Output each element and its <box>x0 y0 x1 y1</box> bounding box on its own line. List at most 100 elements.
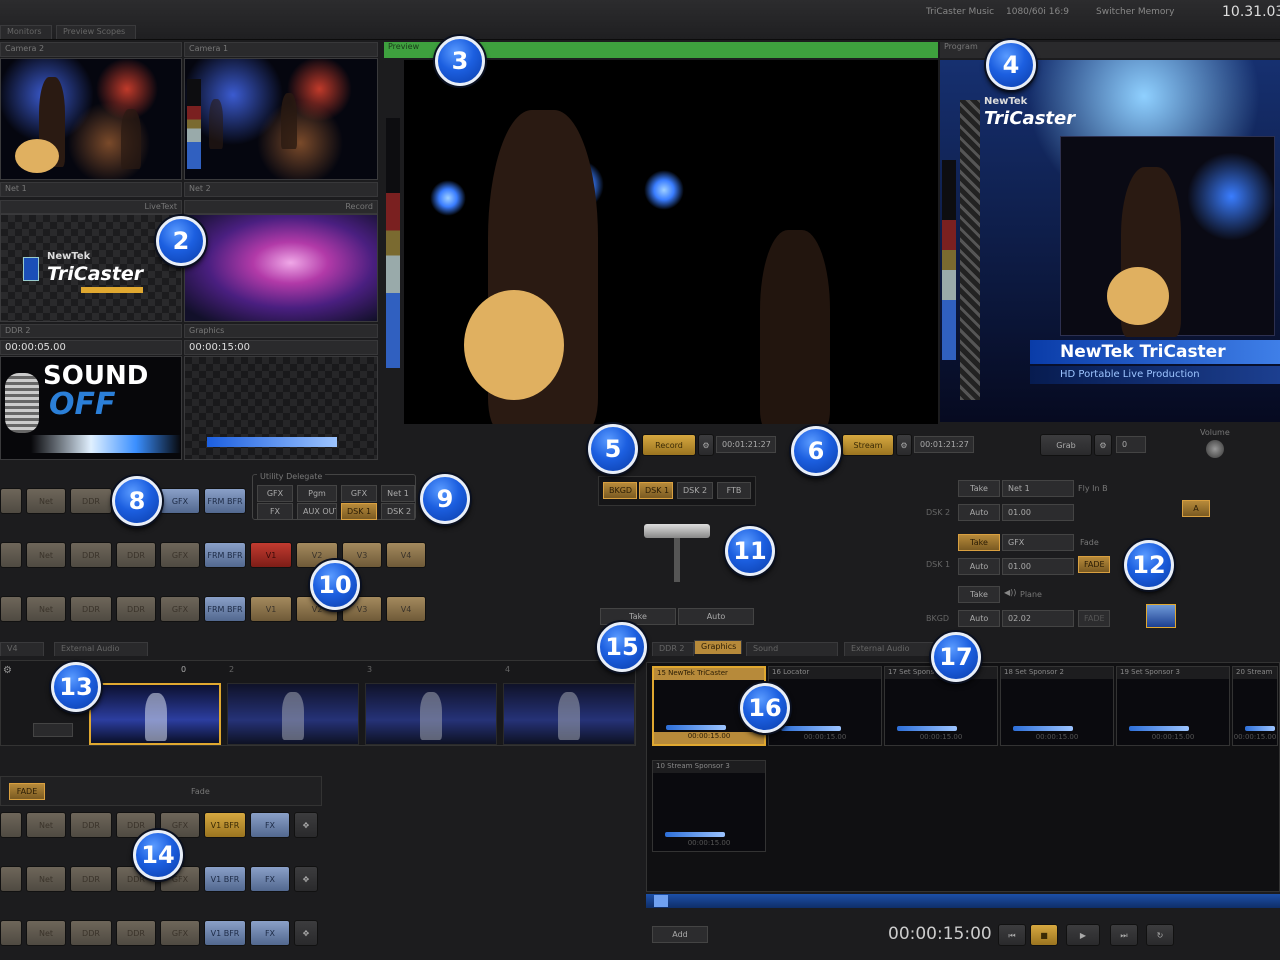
delegate-net1[interactable]: Net 1 <box>381 485 415 502</box>
dsk1-take[interactable]: Take <box>958 534 1000 551</box>
tab-ext-audio[interactable]: External Audio <box>844 642 936 656</box>
stream-button[interactable]: Stream <box>842 434 894 456</box>
delegate-dsk2[interactable]: DSK 2 <box>381 503 415 520</box>
loop-icon[interactable]: ↻ <box>1146 924 1174 946</box>
monitor-camera1[interactable] <box>184 58 378 180</box>
play-icon[interactable]: ▶ <box>1066 924 1100 946</box>
dsk2-take[interactable]: Take <box>958 480 1000 497</box>
overlay-row3-ddr2[interactable]: DDR <box>116 920 156 946</box>
overlay-row2-ddr1[interactable]: DDR <box>70 866 112 892</box>
auto-button[interactable]: Auto <box>678 608 754 625</box>
dsk2-ab-button[interactable]: A <box>1182 500 1210 517</box>
delegate-pgm[interactable]: Pgm <box>297 485 337 502</box>
tab-graphics[interactable]: Graphics <box>694 640 742 654</box>
switcher-row1-ddr[interactable]: DDR <box>70 488 112 514</box>
stream-settings-icon[interactable]: ⚙ <box>896 434 912 456</box>
switcher-row1-gfx[interactable]: GFX <box>160 488 200 514</box>
dsk2-source[interactable]: Net 1 <box>1002 480 1074 497</box>
bkgd-wipe-thumbnail[interactable] <box>1146 604 1176 628</box>
transition-ftb[interactable]: FTB <box>717 482 751 499</box>
switcher-row3-gfx[interactable]: GFX <box>160 596 200 622</box>
scrub-handle[interactable] <box>654 895 668 907</box>
delegate-dsk1[interactable]: DSK 1 <box>341 503 377 520</box>
overlay-row3-gfx[interactable]: GFX <box>160 920 200 946</box>
overlay-row3-net[interactable]: Net <box>26 920 66 946</box>
monitor-net2[interactable] <box>184 214 378 322</box>
overlay-row1-v1bfr[interactable]: V1 BFR <box>204 812 246 838</box>
bkgd-auto[interactable]: Auto <box>958 610 1000 627</box>
switcher-row2-v1[interactable]: V1 <box>250 542 292 568</box>
overlay-row3-move-icon[interactable]: ✥ <box>294 920 318 946</box>
switcher-row2-ddr1[interactable]: DDR <box>70 542 112 568</box>
playlist-scrubber[interactable] <box>646 894 1280 908</box>
take-button[interactable]: Take <box>600 608 676 625</box>
delegate-aux-out[interactable]: AUX OUT <box>297 503 337 520</box>
prev-icon[interactable]: ⏮ <box>998 924 1026 946</box>
overlay-row1-net[interactable]: Net <box>26 812 66 838</box>
stop-icon[interactable]: ■ <box>1030 924 1058 946</box>
memory-slot-3[interactable] <box>365 683 497 745</box>
tab-external-audio[interactable]: External Audio <box>54 642 148 656</box>
dsk1-fade-button[interactable]: FADE <box>1078 556 1110 573</box>
switcher-row3-net[interactable]: Net <box>26 596 66 622</box>
switcher-row3-btn[interactable] <box>0 596 22 622</box>
tab-sound[interactable]: Sound <box>746 642 838 656</box>
bkgd-fade-button[interactable]: FADE <box>1078 610 1110 627</box>
grab-settings-icon[interactable]: ⚙ <box>1094 434 1112 456</box>
switcher-row3-frmbfr[interactable]: FRM BFR <box>204 596 246 622</box>
overlay-fade-button[interactable]: FADE <box>9 783 45 800</box>
overlay-row3-ddr1[interactable]: DDR <box>70 920 112 946</box>
volume-knob[interactable] <box>1206 440 1224 458</box>
tab-ddr2[interactable]: DDR 2 <box>652 642 694 656</box>
dsk1-time[interactable]: 01.00 <box>1002 558 1074 575</box>
switcher-row2-gfx[interactable]: GFX <box>160 542 200 568</box>
overlay-row1-fx[interactable]: FX <box>250 812 290 838</box>
memory-button[interactable] <box>33 723 73 737</box>
overlay-row3-fx[interactable]: FX <box>250 920 290 946</box>
tab-v4[interactable]: V4 <box>0 642 44 656</box>
bkgd-take[interactable]: Take <box>958 586 1000 603</box>
next-icon[interactable]: ⏭ <box>1110 924 1138 946</box>
grab-button[interactable]: Grab <box>1040 434 1092 456</box>
monitor-graphics[interactable] <box>184 356 378 460</box>
playlist-item-4[interactable]: 18 Set Sponsor 2 00:00:15.00 <box>1000 666 1114 746</box>
music-label[interactable]: TriCaster Music <box>926 7 994 17</box>
delegate-fx[interactable]: FX <box>257 503 293 520</box>
switcher-row1-net[interactable]: Net <box>26 488 66 514</box>
switcher-row1-btn[interactable] <box>0 488 22 514</box>
switcher-row3-ddr1[interactable]: DDR <box>70 596 112 622</box>
switcher-row2-frmbfr[interactable]: FRM BFR <box>204 542 246 568</box>
dsk1-auto[interactable]: Auto <box>958 558 1000 575</box>
switcher-row2-btn[interactable] <box>0 542 22 568</box>
monitor-ddr2[interactable]: SOUND OFF <box>0 356 182 460</box>
transition-bkgd[interactable]: BKGD <box>603 482 637 499</box>
tbar-handle[interactable] <box>644 524 710 538</box>
overlay-row2-move-icon[interactable]: ✥ <box>294 866 318 892</box>
overlay-row1-move-icon[interactable]: ✥ <box>294 812 318 838</box>
overlay-row1-btn[interactable] <box>0 812 22 838</box>
overlay-row1-ddr1[interactable]: DDR <box>70 812 112 838</box>
switcher-row2-net[interactable]: Net <box>26 542 66 568</box>
add-button[interactable]: Add <box>652 926 708 943</box>
tab-monitors[interactable]: Monitors <box>0 25 52 39</box>
playlist-item-5[interactable]: 19 Set Sponsor 3 00:00:15.00 <box>1116 666 1230 746</box>
memory-slot-2[interactable] <box>227 683 359 745</box>
switcher-row2-ddr2[interactable]: DDR <box>116 542 156 568</box>
switcher-memory-label[interactable]: Switcher Memory <box>1096 7 1174 17</box>
dsk1-source[interactable]: GFX <box>1002 534 1074 551</box>
delegate-gfx[interactable]: GFX <box>257 485 293 502</box>
transition-dsk1[interactable]: DSK 1 <box>639 482 673 499</box>
transition-dsk2[interactable]: DSK 2 <box>677 482 713 499</box>
playlist-item-7[interactable]: 10 Stream Sponsor 3 00:00:15.00 <box>652 760 766 852</box>
monitor-label-record[interactable]: Record <box>184 200 378 214</box>
record-button[interactable]: Record <box>642 434 696 456</box>
switcher-row2-v4[interactable]: V4 <box>386 542 426 568</box>
delegate-gfx-2[interactable]: GFX <box>341 485 377 502</box>
memory-slot-4[interactable] <box>503 683 635 745</box>
monitor-net1[interactable]: NewTek TriCaster <box>0 214 182 322</box>
tab-preview-scopes[interactable]: Preview Scopes <box>56 25 136 39</box>
record-settings-icon[interactable]: ⚙ <box>698 434 714 456</box>
dsk2-time[interactable]: 01.00 <box>1002 504 1074 521</box>
switcher-row3-ddr2[interactable]: DDR <box>116 596 156 622</box>
memory-settings-icon[interactable]: ⚙ <box>3 665 12 676</box>
